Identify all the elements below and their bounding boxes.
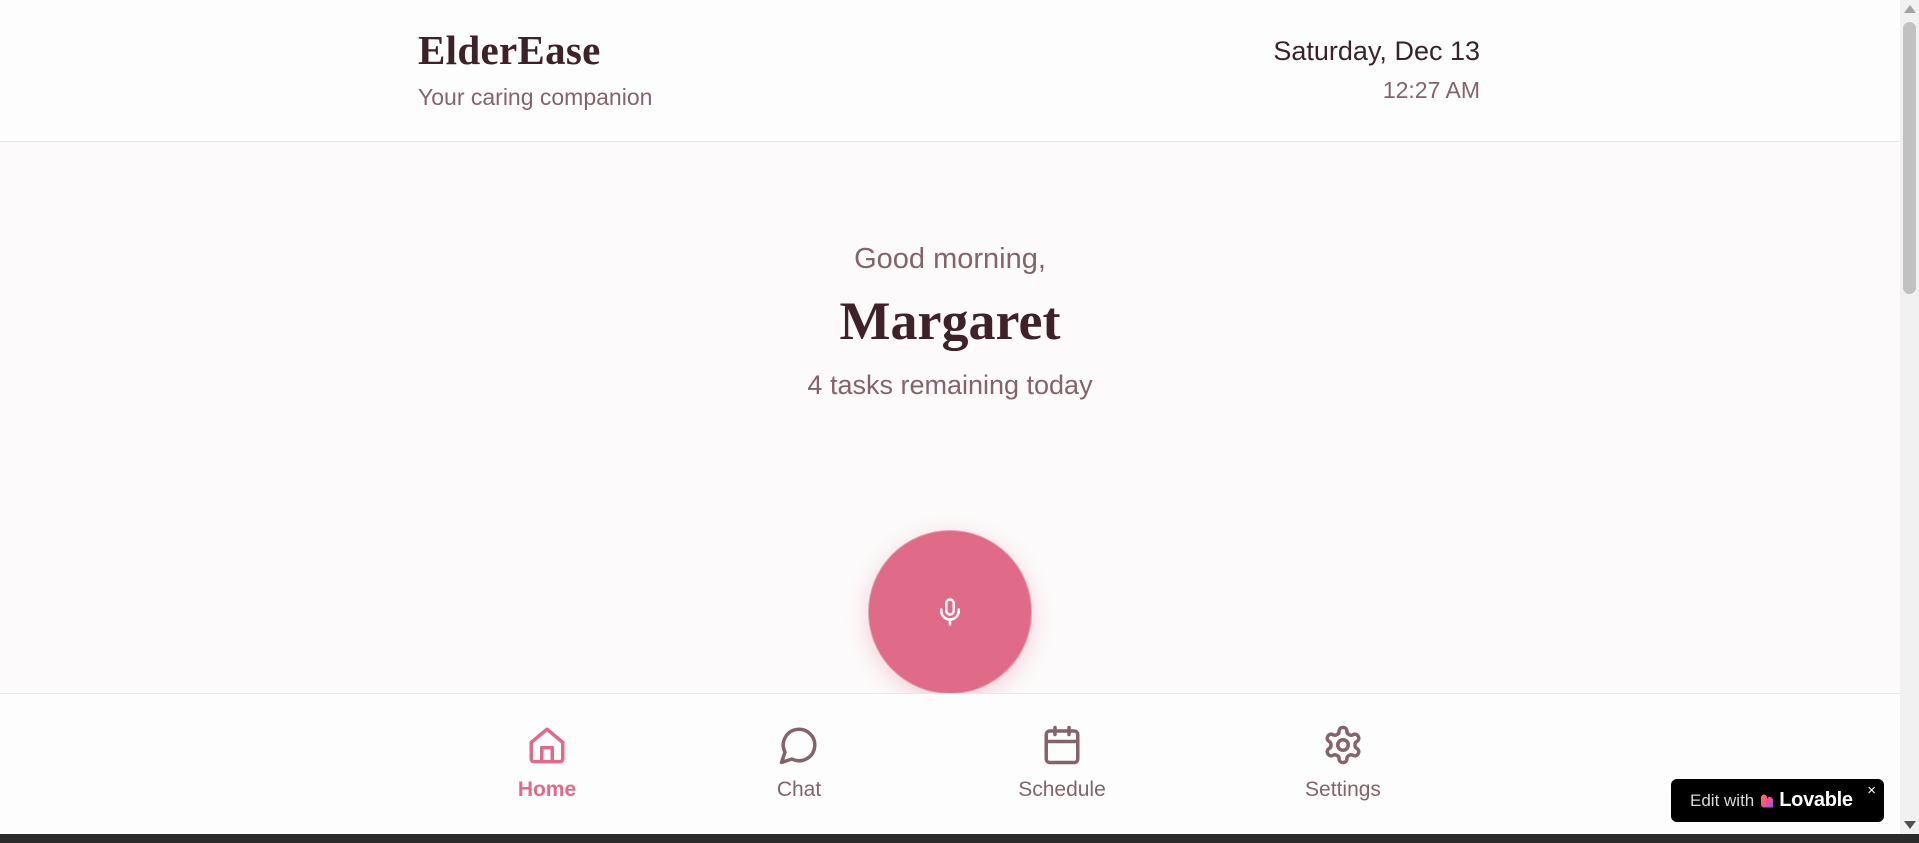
app-viewport: ElderEase Your caring companion Saturday… (0, 0, 1900, 834)
nav-label-settings: Settings (1305, 778, 1381, 801)
bottom-nav: Home Chat Schedule Settings (0, 693, 1900, 834)
microphone-icon (940, 598, 960, 626)
nav-label-schedule: Schedule (1018, 778, 1106, 801)
home-icon (529, 727, 565, 764)
scroll-up-arrow-icon[interactable] (1904, 5, 1916, 13)
nav-label-chat: Chat (776, 778, 822, 801)
current-time: 12:27 AM (1382, 77, 1480, 103)
chat-bubble-icon (779, 727, 817, 765)
app-header: ElderEase Your caring companion Saturday… (0, 0, 1900, 142)
window-bottom-edge (0, 834, 1919, 843)
nav-item-schedule[interactable]: Schedule (1012, 724, 1112, 802)
badge-close-button[interactable]: × (1867, 783, 1876, 798)
gear-icon (1325, 725, 1361, 765)
vertical-scrollbar[interactable] (1900, 0, 1919, 834)
greeting-salutation: Good morning, (854, 243, 1046, 275)
current-date: Saturday, Dec 13 (1273, 36, 1480, 66)
nav-item-chat[interactable]: Chat (764, 724, 834, 802)
user-name: Margaret (839, 291, 1061, 351)
app-tagline: Your caring companion (418, 84, 653, 110)
badge-brand-text: Lovable (1779, 789, 1853, 811)
voice-mic-button[interactable] (868, 530, 1032, 694)
nav-label-home: Home (517, 778, 577, 801)
tasks-remaining-text: 4 tasks remaining today (807, 370, 1093, 400)
app-title: ElderEase (418, 27, 601, 73)
nav-item-home[interactable]: Home (516, 724, 578, 802)
calendar-icon (1044, 725, 1080, 765)
nav-item-settings[interactable]: Settings (1298, 724, 1388, 802)
edit-with-lovable-badge[interactable]: Edit with Lovable × (1671, 779, 1884, 822)
badge-edit-text: Edit with (1690, 790, 1755, 810)
lovable-logo-icon (1761, 794, 1774, 807)
scrollbar-thumb[interactable] (1903, 22, 1916, 294)
scroll-down-arrow-icon[interactable] (1904, 821, 1916, 829)
